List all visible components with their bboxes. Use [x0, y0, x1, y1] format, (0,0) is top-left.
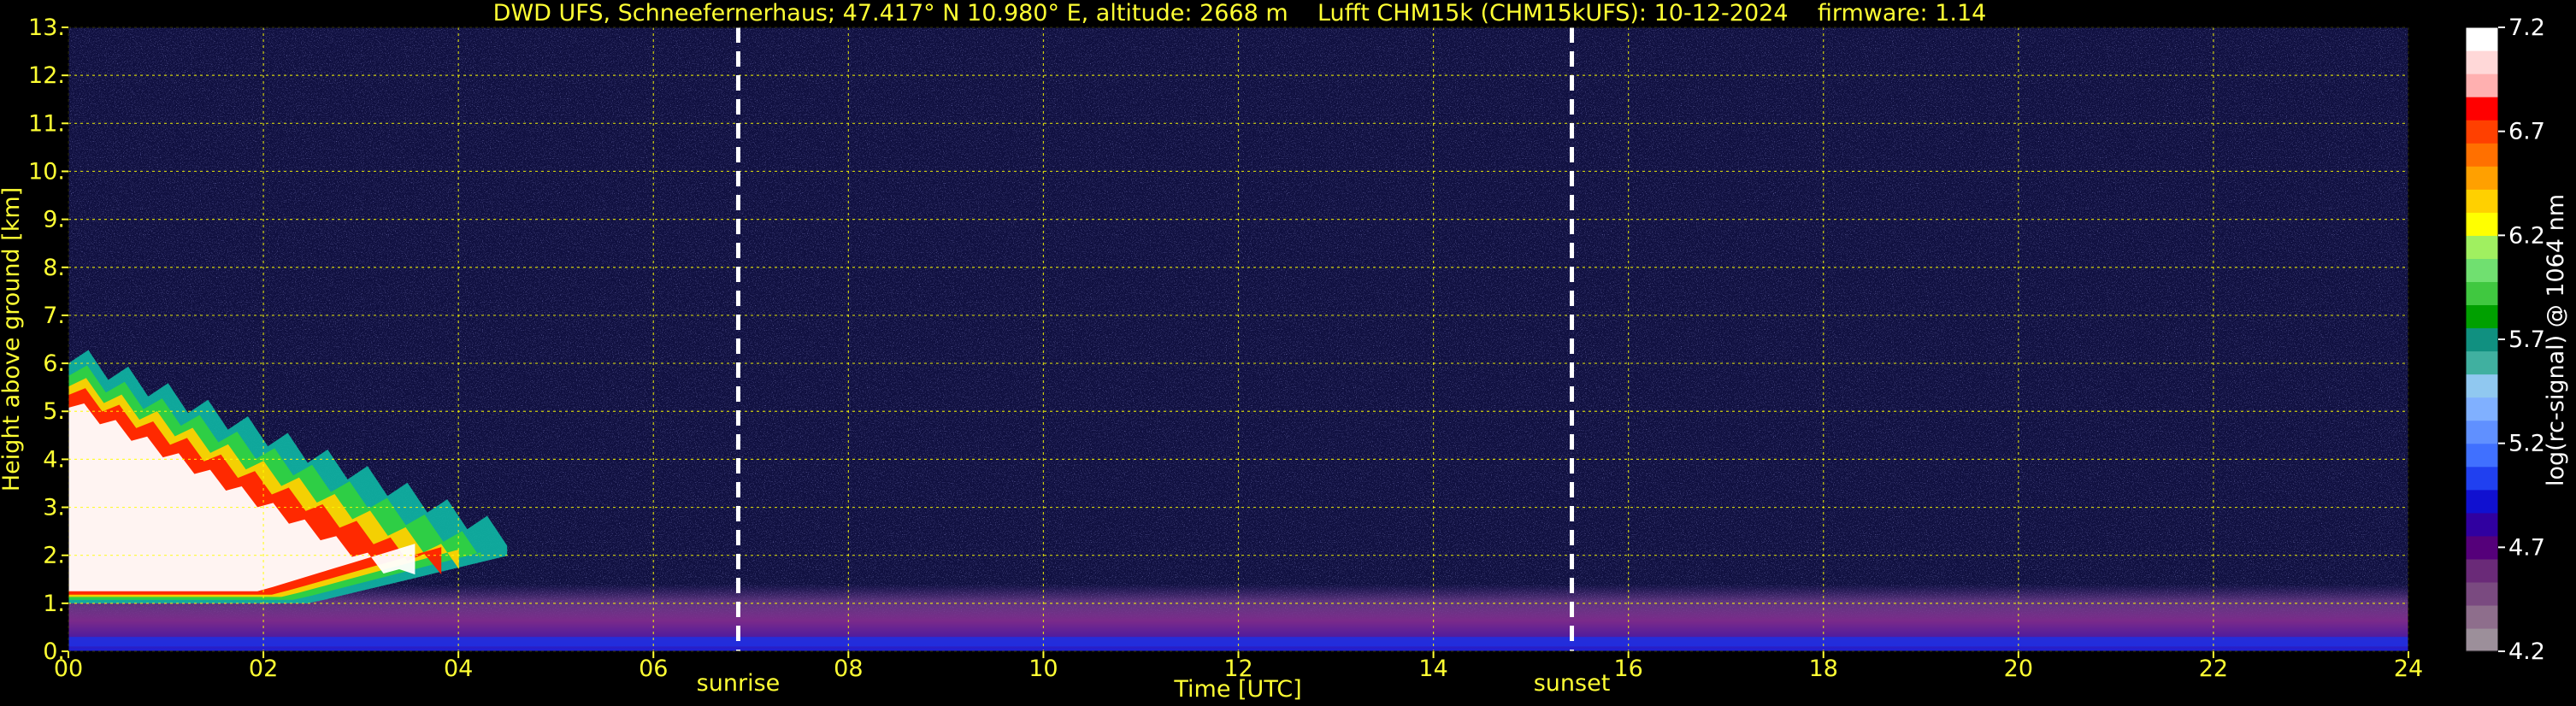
colorbar-swatch [2466, 604, 2498, 629]
colorbar-swatch [2466, 120, 2498, 144]
colorbar-swatch [2466, 627, 2498, 652]
colorbar-swatch [2466, 304, 2498, 329]
colorbar-swatch [2466, 143, 2498, 167]
colorbar-tick-label: 7.2 [2508, 15, 2545, 41]
y-tick-label: 2. [43, 543, 65, 569]
y-tick-label: 6. [43, 350, 65, 377]
y-tick-label: 9. [43, 207, 65, 233]
colorbar-tick-label: 6.7 [2508, 119, 2545, 145]
colorbar-tick-label: 4.7 [2508, 534, 2545, 561]
colorbar-swatch [2466, 489, 2498, 514]
x-tick-label: 02 [249, 656, 278, 682]
colorbar-tick-label: 5.7 [2508, 327, 2545, 353]
x-tick-label: 12 [1223, 656, 1253, 682]
y-tick-label: 1. [43, 591, 65, 617]
colorbar-swatch [2466, 97, 2498, 121]
y-tick-label: 11. [28, 110, 65, 137]
plot-area [68, 26, 2409, 652]
colorbar-swatch [2466, 535, 2498, 560]
ceilometer-chart: DWD UFS, Schneefernerhaus; 47.417° N 10.… [0, 0, 2569, 703]
colorbar-tick-label: 4.2 [2508, 638, 2545, 665]
x-tick-label: 18 [1809, 656, 1838, 682]
colorbar-swatch [2466, 27, 2498, 51]
colorbar-swatch [2466, 74, 2498, 97]
x-tick-label: 16 [1613, 656, 1642, 682]
y-tick-label: 0. [43, 638, 65, 665]
x-tick-label: 14 [1418, 656, 1447, 682]
colorbar-swatch [2466, 443, 2498, 468]
y-tick-label: 4. [43, 446, 65, 473]
colorbar-swatch [2466, 166, 2498, 190]
colorbar-swatch [2466, 466, 2498, 491]
colorbar-swatch [2466, 350, 2498, 375]
colorbar-swatch [2466, 212, 2498, 236]
x-tick-label: 22 [2199, 656, 2228, 682]
chart-title: DWD UFS, Schneefernerhaus; 47.417° N 10.… [493, 0, 1987, 26]
y-tick-label: 5. [43, 398, 65, 425]
x-tick-label: 20 [2004, 656, 2033, 682]
y-tick-label: 3. [43, 495, 65, 521]
colorbar-swatch [2466, 281, 2498, 306]
colorbar-label: log(rc-signal) @ 1064 nm [2543, 194, 2569, 486]
y-tick-label: 8. [43, 255, 65, 281]
colorbar-swatch [2466, 397, 2498, 421]
y-tick-label: 10. [28, 158, 65, 185]
colorbar-swatch [2466, 327, 2498, 352]
colorbar-tick-label: 6.2 [2508, 222, 2545, 249]
colorbar-swatch [2466, 50, 2498, 74]
y-axis-label: Height above ground [km] [0, 187, 25, 491]
colorbar-tick-label: 5.2 [2508, 431, 2545, 457]
colorbar: 4.2 4.7 5.2 5.7 6.2 6.7 7.2 [2465, 15, 2545, 665]
colorbar-swatch [2466, 581, 2498, 606]
colorbar-swatch [2466, 512, 2498, 537]
colorbar-swatch [2466, 558, 2498, 583]
x-tick-label: 08 [834, 656, 863, 682]
y-tick-label: 7. [43, 303, 65, 329]
colorbar-swatch [2466, 258, 2498, 283]
y-tick-label: 13. [28, 15, 65, 41]
sunset-label: sunset [1534, 670, 1611, 697]
x-tick-label: 04 [444, 656, 473, 682]
x-tick-label: 10 [1029, 656, 1058, 682]
x-tick-label: 24 [2394, 656, 2423, 682]
colorbar-swatch [2466, 235, 2498, 259]
sunrise-label: sunrise [697, 670, 781, 697]
x-axis-ticks: 00 02 04 06 08 10 12 14 16 18 20 22 24 [54, 651, 2423, 682]
colorbar-swatch [2466, 374, 2498, 398]
x-tick-label: 06 [639, 656, 668, 682]
colorbar-swatch [2466, 420, 2498, 444]
colorbar-swatch [2466, 189, 2498, 213]
y-tick-label: 12. [28, 62, 65, 89]
y-axis-ticks: 0. 1. 2. 3. 4. 5. 6. 7. 8. 9. 10. 11. 12. 13. [28, 15, 68, 665]
